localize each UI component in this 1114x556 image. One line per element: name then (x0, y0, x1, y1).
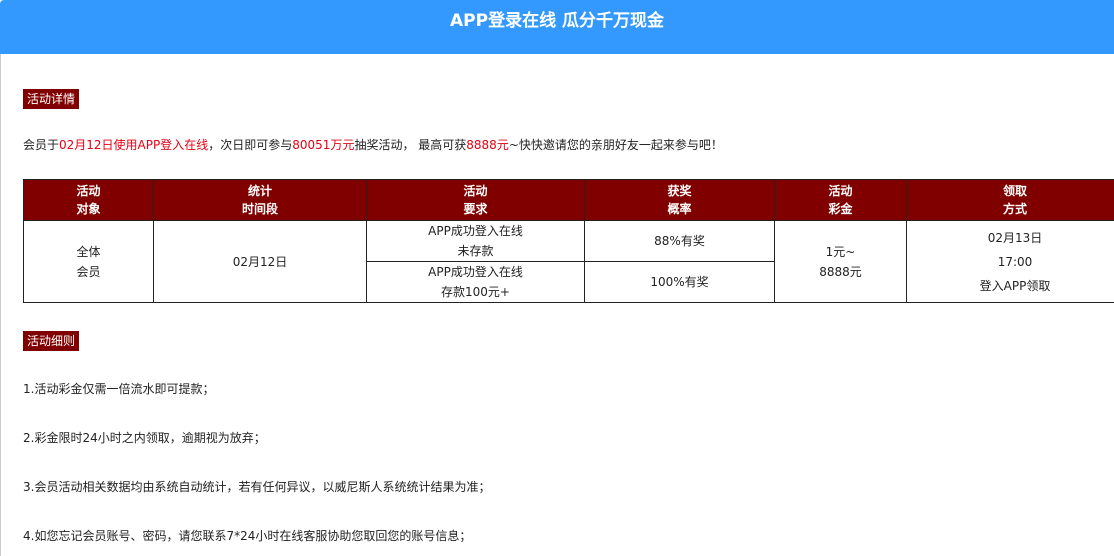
rule-item: 2.彩金限时24小时之内领取，逾期视为放弃； (23, 431, 266, 445)
header-claim: 领取 方式 (906, 179, 1114, 221)
promo-page: APP登录在线 瓜分千万现金 活动详情 会员于02月12日使用APP登入在线，次… (0, 0, 1114, 556)
header-probability: 获奖 概率 (584, 179, 775, 221)
intro-text-4: ~快快邀请您的亲朋好友一起来参与吧！ (508, 138, 723, 152)
left-border (0, 54, 1, 556)
table-header-row: 活动 对象 统计 时间段 活动 要求 获奖 概率 活动 彩金 领取 方式 (23, 179, 1114, 221)
intro-text-2: ，次日即可参与 (208, 138, 293, 152)
intro-text-1: 会员于 (23, 138, 60, 152)
rule-item: 3.会员活动相关数据均由系统自动统计，若有任何异议，以威尼斯人系统统计结果为准； (23, 480, 491, 494)
header-requirement: 活动 要求 (366, 179, 585, 221)
cell-requirement-1: APP成功登入在线 未存款 (366, 220, 585, 262)
rule-item: 4.如您忘记会员账号、密码，请您联系7*24小时在线客服协助您取回您的账号信息； (23, 529, 472, 543)
cell-probability-2: 100%有奖 (584, 261, 775, 303)
rule-item: 1.活动彩金仅需一倍流水即可提款； (23, 382, 215, 396)
page-title: APP登录在线 瓜分千万现金 (450, 11, 664, 31)
intro-highlight-pool: 80051万元 (292, 138, 355, 152)
header-bonus: 活动 彩金 (774, 179, 907, 221)
intro-highlight-max: 8888元 (466, 138, 509, 152)
page-header: APP登录在线 瓜分千万现金 (0, 0, 1114, 54)
cell-bonus: 1元~ 8888元 (774, 220, 907, 303)
cell-period: 02月12日 (153, 220, 367, 303)
cell-probability-1: 88%有奖 (584, 220, 775, 262)
intro-highlight-date: 02月12日使用APP登入在线 (59, 138, 209, 152)
cell-claim: 02月13日 17:00 登入APP领取 (906, 220, 1114, 303)
header-period: 统计 时间段 (153, 179, 367, 221)
intro-paragraph: 会员于02月12日使用APP登入在线，次日即可参与80051万元抽奖活动， 最高… (23, 136, 723, 154)
prize-table: 活动 对象 统计 时间段 活动 要求 获奖 概率 活动 彩金 领取 方式 全体 会员 02月1… (23, 179, 1114, 303)
intro-text-3: 抽奖活动， 最高可获 (354, 138, 467, 152)
header-target: 活动 对象 (23, 179, 154, 221)
cell-requirement-2: APP成功登入在线 存款100元+ (366, 261, 585, 303)
rules-section-tag: 活动细则 (23, 331, 80, 351)
details-section-tag: 活动详情 (23, 89, 80, 109)
table-row: 全体 会员 02月12日 APP成功登入在线 未存款 88%有奖 1元~ 8888元 … (23, 220, 1114, 303)
cell-target: 全体 会员 (23, 220, 154, 303)
